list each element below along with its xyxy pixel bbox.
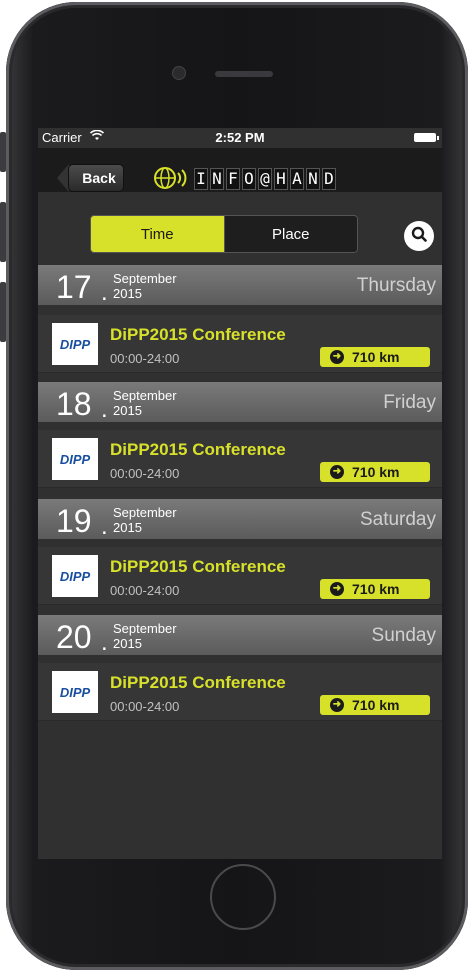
logo-letter: H <box>274 168 288 190</box>
event-logo: DIPP <box>52 438 98 480</box>
logo-letter: N <box>210 168 224 190</box>
earpiece-speaker <box>215 71 273 77</box>
home-button[interactable] <box>210 864 276 930</box>
sort-segmented-control: Time Place <box>90 215 358 253</box>
navigation-bar: Back I N F O @ H A N D <box>38 148 442 192</box>
event-time: 00:00-24:00 <box>110 699 180 714</box>
logo-letter: O <box>242 168 256 190</box>
day-year: 2015 <box>113 286 142 301</box>
day-dot: . <box>101 513 108 540</box>
event-title: DiPP2015 Conference <box>110 440 286 459</box>
distance-value: 710 km <box>352 697 400 713</box>
back-button[interactable]: Back <box>68 164 124 192</box>
day-number: 18 <box>56 386 92 422</box>
distance-badge[interactable]: ➜ 710 km <box>320 695 430 715</box>
globe-logo-icon <box>154 166 190 195</box>
logo-letter: F <box>226 168 240 190</box>
distance-badge[interactable]: ➜ 710 km <box>320 579 430 599</box>
day-header: 18 . September 2015 Friday <box>38 382 442 423</box>
clock: 2:52 PM <box>215 130 265 145</box>
battery-icon <box>414 133 439 142</box>
event-time: 00:00-24:00 <box>110 466 180 481</box>
day-weekday: Friday <box>383 392 436 413</box>
info-at-hand-logo: I N F O @ H A N D <box>194 168 336 190</box>
event-time: 00:00-24:00 <box>110 351 180 366</box>
day-header: 19 . September 2015 Saturday <box>38 499 442 540</box>
day-year: 2015 <box>113 636 142 651</box>
day-dot: . <box>101 279 108 306</box>
app-screen: Carrier 2:52 PM Back I N F O @ H A N D T… <box>38 128 442 859</box>
day-weekday: Saturday <box>359 509 436 530</box>
event-row[interactable]: DIPP DiPP2015 Conference 00:00-24:00 ➜ 7… <box>38 315 442 373</box>
distance-value: 710 km <box>352 349 400 365</box>
distance-value: 710 km <box>352 464 400 480</box>
arrow-right-icon: ➜ <box>330 582 344 596</box>
volume-up-button <box>0 202 6 262</box>
event-title: DiPP2015 Conference <box>110 325 286 344</box>
logo-letter: I <box>194 168 208 190</box>
day-month: September <box>113 621 177 636</box>
day-header: 20 . September 2015 Sunday <box>38 615 442 656</box>
mute-switch <box>0 132 6 172</box>
volume-down-button <box>0 282 6 342</box>
logo-letter: D <box>322 168 336 190</box>
search-icon <box>411 226 427 247</box>
search-button[interactable] <box>404 221 434 251</box>
day-number: 20 <box>56 619 92 655</box>
event-row[interactable]: DIPP DiPP2015 Conference 00:00-24:00 ➜ 7… <box>38 547 442 605</box>
logo-letter: @ <box>258 168 272 190</box>
day-month: September <box>113 505 177 520</box>
segment-time[interactable]: Time <box>91 216 224 252</box>
arrow-right-icon: ➜ <box>330 350 344 364</box>
event-title: DiPP2015 Conference <box>110 557 286 576</box>
event-time: 00:00-24:00 <box>110 583 180 598</box>
distance-badge[interactable]: ➜ 710 km <box>320 347 430 367</box>
event-title: DiPP2015 Conference <box>110 673 286 692</box>
distance-badge[interactable]: ➜ 710 km <box>320 462 430 482</box>
distance-value: 710 km <box>352 581 400 597</box>
logo-letter: A <box>290 168 304 190</box>
day-header: 17 . September 2015 Thursday <box>38 265 442 306</box>
arrow-right-icon: ➜ <box>330 465 344 479</box>
day-month: September <box>113 388 177 403</box>
logo-letter: N <box>306 168 320 190</box>
day-dot: . <box>101 629 108 656</box>
day-number: 19 <box>56 503 92 539</box>
event-row[interactable]: DIPP DiPP2015 Conference 00:00-24:00 ➜ 7… <box>38 430 442 488</box>
event-logo: DIPP <box>52 555 98 597</box>
day-dot: . <box>101 396 108 423</box>
event-logo: DIPP <box>52 323 98 365</box>
event-row[interactable]: DIPP DiPP2015 Conference 00:00-24:00 ➜ 7… <box>38 663 442 721</box>
day-weekday: Thursday <box>356 275 436 296</box>
segment-place[interactable]: Place <box>223 216 357 252</box>
day-year: 2015 <box>113 520 142 535</box>
day-number: 17 <box>56 269 92 305</box>
day-month: September <box>113 271 177 286</box>
status-bar: Carrier 2:52 PM <box>38 128 442 148</box>
day-weekday: Sunday <box>371 625 436 646</box>
day-year: 2015 <box>113 403 142 418</box>
front-camera <box>172 66 186 80</box>
arrow-right-icon: ➜ <box>330 698 344 712</box>
event-logo: DIPP <box>52 671 98 713</box>
